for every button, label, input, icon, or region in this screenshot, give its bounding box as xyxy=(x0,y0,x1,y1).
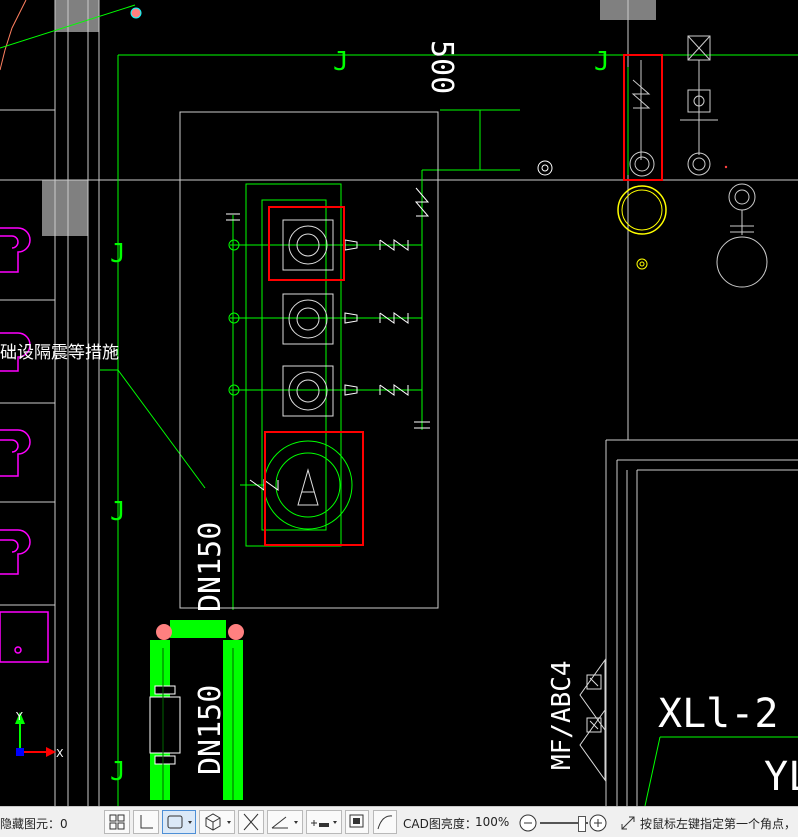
label-j: J xyxy=(333,47,349,77)
dimension-500: 500 xyxy=(424,40,459,94)
insert-button[interactable] xyxy=(306,810,342,834)
brightness-slider-thumb[interactable] xyxy=(578,816,586,832)
orange-line xyxy=(0,0,27,71)
cad-brightness-value: 100% xyxy=(475,815,510,829)
panel-label-partial: YL xyxy=(764,754,798,800)
extinguisher-label: MF/ABC4 xyxy=(547,660,577,770)
wall-lines xyxy=(0,0,798,806)
grid-button[interactable] xyxy=(104,810,130,834)
label-j: J xyxy=(110,239,126,269)
dn150-label-lower: DN150 xyxy=(193,685,228,775)
select-mode-button[interactable] xyxy=(162,810,196,834)
extinguisher-symbol xyxy=(579,658,606,782)
ucs-axis-icon: Y X xyxy=(15,710,64,760)
view-cube-button[interactable] xyxy=(199,810,235,834)
highlight-boxes xyxy=(264,54,663,546)
panel-label: XLl-2 xyxy=(658,691,778,737)
screen-button[interactable] xyxy=(345,810,369,834)
grid-icon xyxy=(109,814,125,830)
cross-button[interactable] xyxy=(238,810,264,834)
status-bar: 隐藏图元：0 CAD图亮度： 100% 按鼠标左键指定第一个角点， xyxy=(0,806,798,837)
valves xyxy=(226,187,430,491)
right-risers xyxy=(605,0,798,806)
curve-icon xyxy=(377,815,393,830)
resize-icon xyxy=(621,816,635,830)
cross-icon xyxy=(243,813,259,831)
rectangle-select-icon xyxy=(167,815,192,829)
axis-icon xyxy=(140,815,153,829)
command-hint: 按鼠标左键指定第一个角点， xyxy=(640,817,797,831)
screen-icon xyxy=(349,814,364,828)
pressure-tank xyxy=(263,440,353,530)
zoom-out-icon[interactable] xyxy=(518,813,538,833)
node-marker xyxy=(130,7,142,19)
curve-button[interactable] xyxy=(373,810,397,834)
drain-marker xyxy=(537,160,553,176)
angle-button[interactable] xyxy=(267,810,303,834)
label-j: J xyxy=(594,47,610,77)
pump-base-inner xyxy=(261,199,327,531)
label-j: J xyxy=(110,497,126,527)
svg-text:Y: Y xyxy=(15,710,23,723)
label-j: J xyxy=(110,757,126,787)
hidden-elements-label: 隐藏图元：0 xyxy=(0,817,68,831)
note-text: 础设隔震等措施 xyxy=(0,343,119,363)
pump-base-outline xyxy=(245,183,342,547)
magenta-fixtures xyxy=(0,227,49,663)
ortho-button[interactable] xyxy=(133,810,159,834)
cube-view-icon xyxy=(205,813,231,831)
dn150-label-upper: DN150 xyxy=(193,522,228,612)
zoom-in-icon[interactable] xyxy=(588,813,608,833)
angle-icon xyxy=(271,816,298,829)
column-block xyxy=(42,180,88,236)
cad-drawing-canvas[interactable]: J J J J J 500 础设隔震等措施 DN150 DN150 MF/ABC… xyxy=(0,0,798,807)
svg-text:X: X xyxy=(56,747,64,760)
cad-brightness-label: CAD图亮度： xyxy=(403,817,477,831)
insert-icon xyxy=(311,820,337,827)
column-block xyxy=(55,0,99,32)
yellow-riser xyxy=(617,185,667,235)
